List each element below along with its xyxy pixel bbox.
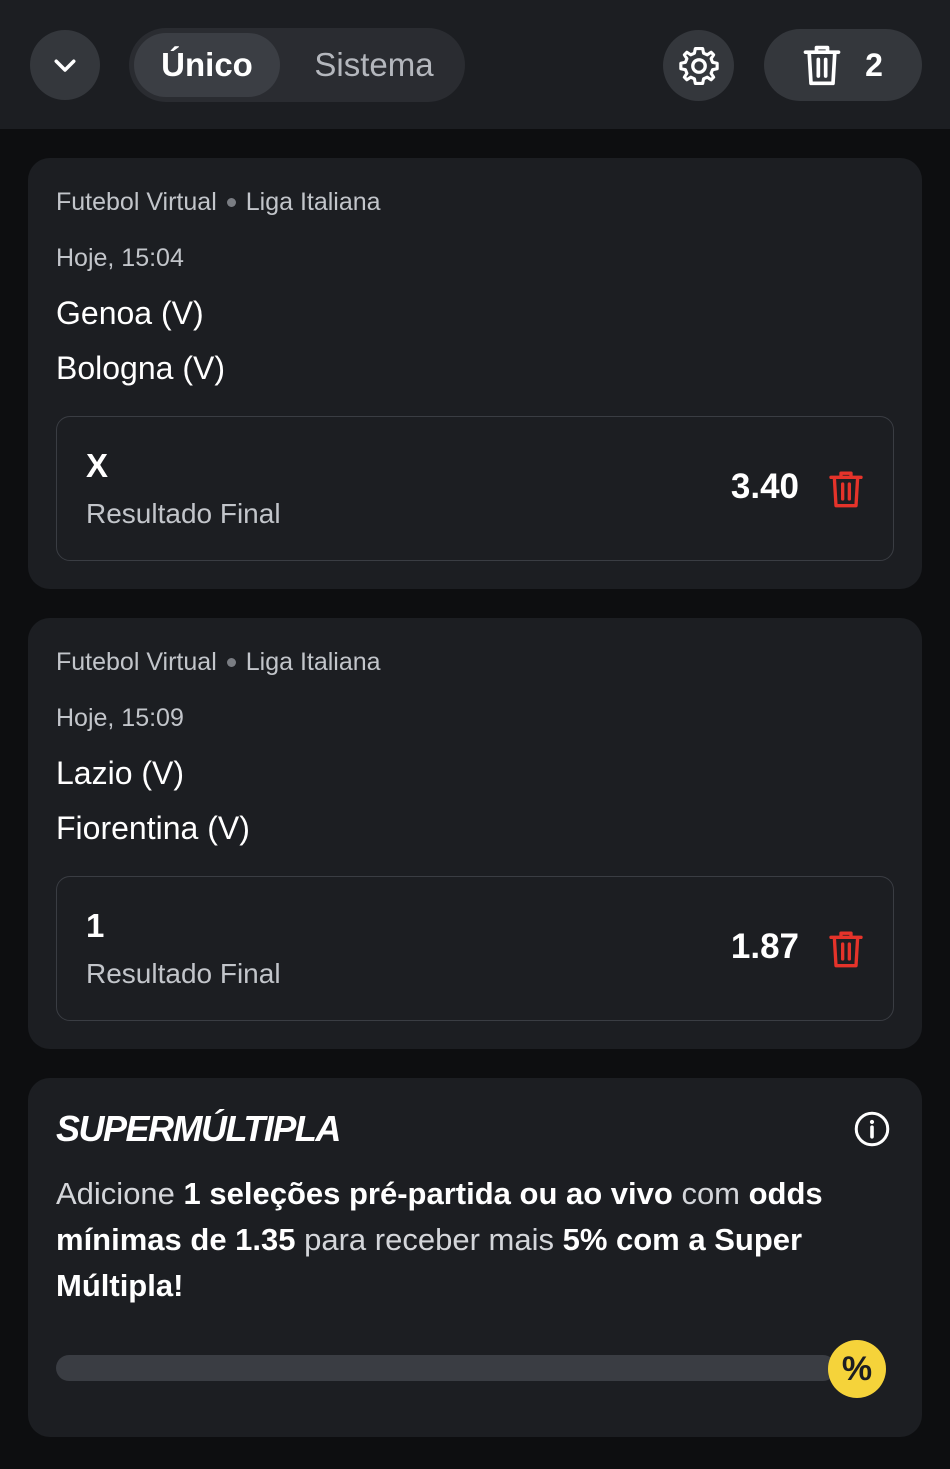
event-time: Hoje, 15:04 — [56, 244, 184, 272]
promo-progress-bar — [56, 1355, 836, 1381]
remove-selection-button[interactable] — [829, 929, 863, 969]
percent-badge: % — [828, 1340, 886, 1398]
bet-card: Futebol Virtual Liga Italiana Hoje, 15:0… — [28, 618, 922, 1049]
promo-text-part: 1 seleções pré-partida ou ao vivo — [183, 1176, 673, 1211]
bet-card: Futebol Virtual Liga Italiana Hoje, 15:0… — [28, 158, 922, 589]
remove-selection-button[interactable] — [829, 469, 863, 509]
settings-button[interactable] — [663, 30, 734, 101]
promo-title: SUPERMÚLTIPLA — [56, 1108, 341, 1149]
trash-icon — [803, 45, 841, 86]
selection-pick: 1 — [86, 907, 105, 944]
separator-dot — [226, 658, 236, 667]
selection-count: 2 — [865, 46, 883, 83]
bet-type-toggle: Único Sistema — [129, 28, 465, 102]
supermultipla-card: SUPERMÚLTIPLA Adicione 1 seleções pré-pa… — [28, 1078, 922, 1437]
sport-label: Futebol Virtual — [56, 648, 217, 676]
event-league: Futebol Virtual Liga Italiana — [56, 188, 381, 217]
selection-market: Resultado Final — [86, 958, 281, 989]
gear-icon — [678, 46, 719, 85]
away-team: Fiorentina (V) — [56, 810, 250, 846]
info-icon[interactable] — [854, 1111, 890, 1147]
selection-odds: 3.40 — [730, 467, 799, 506]
event-time: Hoje, 15:09 — [56, 704, 184, 732]
promo-description: Adicione 1 seleções pré-partida ou ao vi… — [56, 1171, 896, 1309]
selection-market: Resultado Final — [86, 498, 281, 529]
tab-unico[interactable]: Único — [134, 33, 280, 97]
selection-box: 1 Resultado Final 1.87 — [56, 876, 894, 1021]
selection-odds: 1.87 — [730, 927, 799, 966]
tab-sistema[interactable]: Sistema — [289, 33, 459, 97]
sport-label: Futebol Virtual — [56, 188, 217, 216]
collapse-button[interactable] — [30, 30, 100, 100]
event-league: Futebol Virtual Liga Italiana — [56, 648, 381, 677]
promo-text-part: com — [672, 1176, 749, 1211]
chevron-down-icon — [54, 59, 76, 72]
league-label: Liga Italiana — [245, 188, 381, 216]
separator-dot — [226, 198, 236, 207]
league-label: Liga Italiana — [245, 648, 381, 676]
away-team: Bologna (V) — [56, 350, 225, 386]
promo-text-part: para receber mais — [295, 1222, 563, 1257]
clear-all-button[interactable]: 2 — [764, 29, 922, 101]
home-team: Lazio (V) — [56, 755, 185, 791]
home-team: Genoa (V) — [56, 295, 204, 331]
betslip-header: Único Sistema 2 — [0, 0, 950, 129]
selection-box: X Resultado Final 3.40 — [56, 416, 894, 561]
selection-pick: X — [86, 447, 109, 484]
promo-text-part: Adicione — [56, 1176, 184, 1211]
